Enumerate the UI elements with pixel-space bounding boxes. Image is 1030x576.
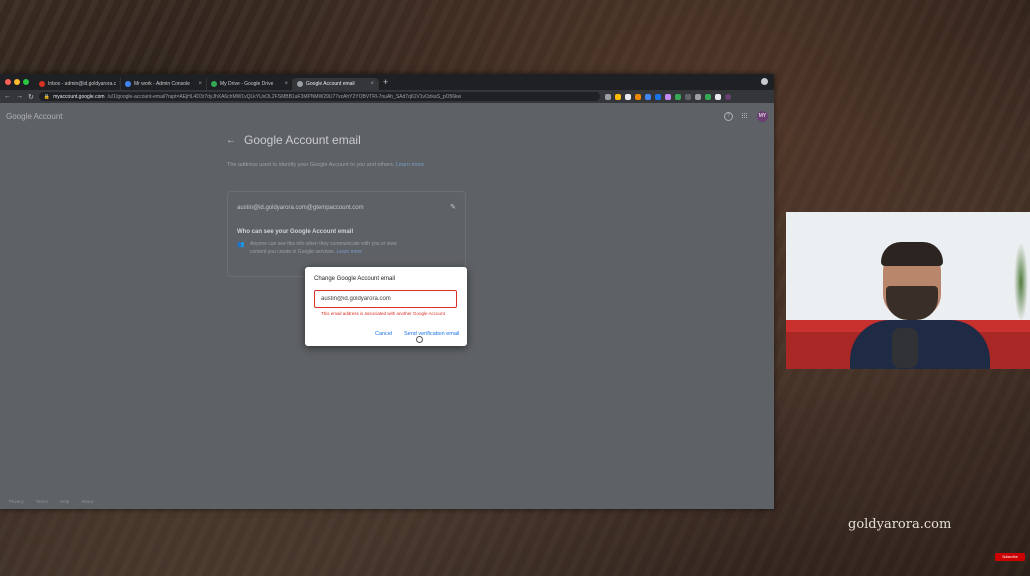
tab-label: My Drive - Google Drive bbox=[220, 81, 274, 87]
footer-privacy-link[interactable]: Privacy bbox=[9, 499, 24, 504]
close-icon[interactable]: × bbox=[284, 81, 288, 87]
page-title: Google Account email bbox=[244, 133, 361, 147]
send-verification-button[interactable]: Send verification email bbox=[404, 331, 459, 337]
microphone-image bbox=[892, 328, 918, 368]
lock-icon: 🔒 bbox=[43, 93, 51, 100]
star-icon[interactable] bbox=[614, 93, 621, 100]
window-controls bbox=[5, 79, 29, 85]
learn-more-link[interactable]: Learn more bbox=[396, 162, 424, 168]
people-icon: 👥 bbox=[237, 242, 245, 248]
extension-icon[interactable] bbox=[624, 93, 631, 100]
cancel-button[interactable]: Cancel bbox=[375, 331, 392, 337]
email-card: austin@id.goldyarora.com@gtempaccount.co… bbox=[227, 191, 466, 277]
page-header: Google Account ? MY bbox=[0, 103, 774, 129]
tab-label: Google Account email bbox=[306, 81, 355, 87]
extension-icon[interactable] bbox=[704, 93, 711, 100]
close-icon[interactable]: × bbox=[370, 81, 374, 87]
edit-pencil-icon[interactable]: ✎ bbox=[450, 203, 456, 211]
subscribe-button[interactable]: Subscribe bbox=[995, 553, 1025, 561]
tab-google-drive[interactable]: My Drive - Google Drive × bbox=[207, 78, 293, 90]
apps-grid-icon[interactable] bbox=[742, 113, 748, 119]
extension-icon[interactable] bbox=[654, 93, 661, 100]
presenter-body bbox=[850, 320, 990, 369]
camera-icon[interactable] bbox=[604, 93, 611, 100]
footer-help-link[interactable]: Help bbox=[60, 499, 69, 504]
who-can-see-heading: Who can see your Google Account email bbox=[237, 229, 354, 235]
presenter-image bbox=[850, 242, 990, 369]
back-icon[interactable]: ← bbox=[4, 93, 11, 100]
extension-icon[interactable] bbox=[694, 93, 701, 100]
current-email[interactable]: austin@id.goldyarora.com@gtempaccount.co… bbox=[237, 205, 364, 211]
page-footer: Privacy Terms Help About bbox=[9, 499, 93, 504]
browser-toolbar: ← → ↻ 🔒 myaccount.google.com/u/1/google-… bbox=[0, 90, 774, 103]
drive-icon bbox=[211, 81, 217, 87]
tab-google-account-email[interactable]: Google Account email × bbox=[293, 78, 379, 90]
back-arrow-icon[interactable]: ← bbox=[226, 135, 236, 146]
channel-watermark: goldyarora.com bbox=[848, 517, 952, 532]
address-bar[interactable]: 🔒 myaccount.google.com/u/1/google-accoun… bbox=[38, 92, 600, 101]
extension-icons bbox=[604, 93, 731, 100]
close-window-button[interactable] bbox=[5, 79, 11, 85]
dialog-title: Change Google Account email bbox=[314, 276, 396, 282]
tab-bar: Inbox - admin@id.goldyarora.c × Mr work … bbox=[0, 74, 774, 90]
title-row: ← Google Account email bbox=[226, 133, 361, 147]
google-account-icon bbox=[297, 81, 303, 87]
header-actions: ? MY bbox=[724, 110, 768, 122]
extension-icon[interactable] bbox=[684, 93, 691, 100]
google-account-logo[interactable]: Google Account bbox=[6, 112, 62, 121]
footer-terms-link[interactable]: Terms bbox=[36, 499, 48, 504]
footer-about-link[interactable]: About bbox=[81, 499, 93, 504]
avatar[interactable]: MY bbox=[757, 110, 768, 122]
admin-console-icon bbox=[125, 81, 131, 87]
presenter-hair bbox=[881, 242, 943, 266]
who-learn-more-link[interactable]: Learn more bbox=[336, 249, 362, 255]
url-host: myaccount.google.com bbox=[53, 93, 105, 100]
webcam-overlay bbox=[786, 212, 1030, 369]
puzzle-icon[interactable] bbox=[714, 93, 721, 100]
minimize-window-button[interactable] bbox=[14, 79, 20, 85]
extension-icon[interactable] bbox=[674, 93, 681, 100]
tab-inbox[interactable]: Inbox - admin@id.goldyarora.c × bbox=[35, 78, 121, 90]
maximize-window-button[interactable] bbox=[23, 79, 29, 85]
reload-icon[interactable]: ↻ bbox=[28, 93, 34, 101]
url-path: /u/1/google-account-email?rapt=AEjHL4D3r… bbox=[107, 93, 462, 100]
gmail-icon bbox=[39, 81, 45, 87]
plant-image bbox=[1014, 242, 1028, 322]
who-desc-text: Anyone can see this info when they commu… bbox=[250, 241, 397, 255]
description-text: The address used to identify your Google… bbox=[227, 162, 395, 168]
logo-account: Account bbox=[33, 111, 63, 121]
logo-google: Google bbox=[6, 111, 32, 121]
change-email-dialog: Change Google Account email This email a… bbox=[305, 267, 467, 346]
mouse-cursor-icon bbox=[416, 336, 423, 343]
profile-avatar-icon[interactable] bbox=[724, 93, 731, 100]
presenter-beard bbox=[886, 286, 938, 320]
close-icon[interactable]: × bbox=[198, 81, 202, 87]
email-error-message: This email address is associated with an… bbox=[321, 311, 445, 316]
extension-icon[interactable] bbox=[644, 93, 651, 100]
new-tab-button[interactable]: + bbox=[383, 77, 388, 87]
page-description: The address used to identify your Google… bbox=[227, 161, 442, 170]
profile-icon[interactable] bbox=[761, 78, 768, 85]
tab-label: Inbox - admin@id.goldyarora.c bbox=[48, 81, 117, 87]
forward-icon[interactable]: → bbox=[16, 93, 23, 100]
help-icon[interactable]: ? bbox=[724, 111, 733, 121]
tab-label: Mr work - Admin Console bbox=[134, 81, 190, 87]
extension-icon[interactable] bbox=[634, 93, 641, 100]
new-email-input[interactable] bbox=[314, 290, 457, 308]
who-can-see-description: Anyone can see this info when they commu… bbox=[250, 240, 400, 256]
tab-admin-console[interactable]: Mr work - Admin Console × bbox=[121, 78, 207, 90]
extension-icon[interactable] bbox=[664, 93, 671, 100]
